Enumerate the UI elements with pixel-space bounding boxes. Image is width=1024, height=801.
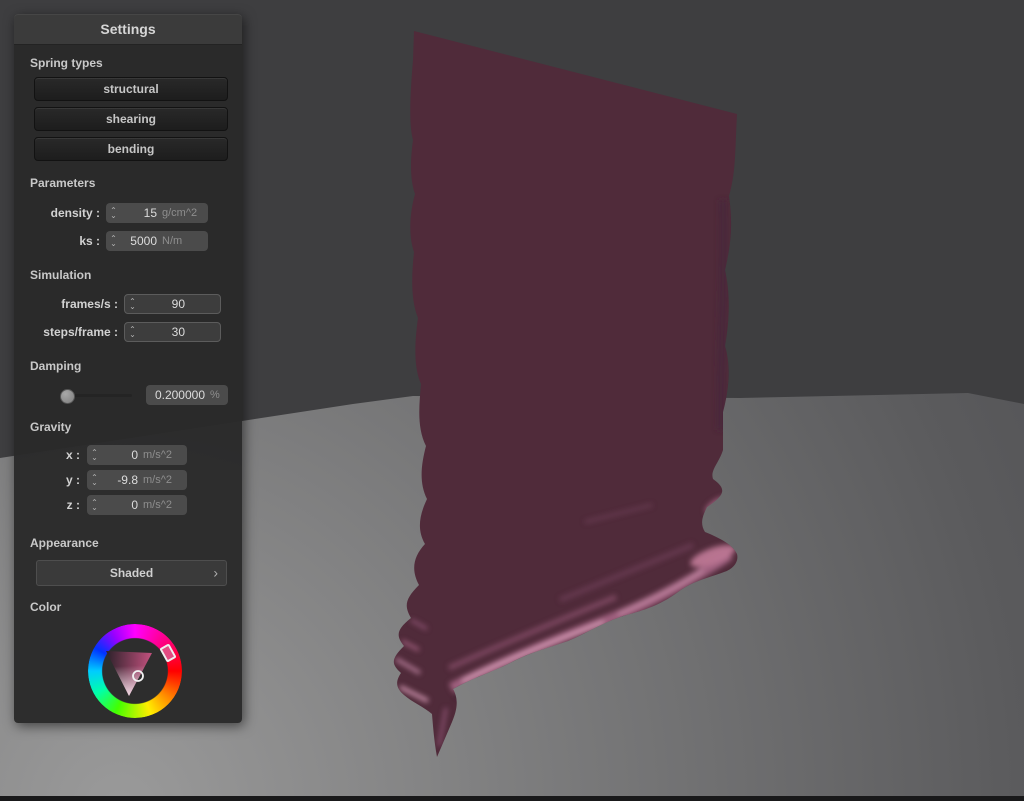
- density-input[interactable]: ⌃ ⌄ 15 g/cm^2: [106, 203, 208, 223]
- gravity-y-value: -9.8: [102, 473, 138, 487]
- spinner-down-icon[interactable]: ⌄: [110, 241, 117, 246]
- gravity-z-value: 0: [102, 498, 138, 512]
- gravity-x-stepper[interactable]: ⌃ ⌄: [87, 450, 102, 460]
- ks-input[interactable]: ⌃ ⌄ 5000 N/m: [106, 231, 208, 251]
- frames-input[interactable]: ⌃ ⌄ 90: [124, 294, 221, 314]
- damping-slider-handle[interactable]: [60, 389, 75, 404]
- gravity-x-input[interactable]: ⌃ ⌄ 0 m/s^2: [87, 445, 187, 465]
- frames-stepper[interactable]: ⌃ ⌄: [125, 299, 140, 309]
- ks-stepper[interactable]: ⌃ ⌄: [106, 236, 121, 246]
- color-heading: Color: [30, 600, 226, 614]
- parameters-heading: Parameters: [30, 176, 226, 190]
- gravity-y-stepper[interactable]: ⌃ ⌄: [87, 475, 102, 485]
- density-stepper[interactable]: ⌃ ⌄: [106, 208, 121, 218]
- damping-row: 0.200000 %: [60, 385, 242, 405]
- ks-value: 5000: [121, 234, 157, 248]
- steps-row: steps/frame : ⌃ ⌄ 30: [30, 322, 242, 342]
- gravity-z-label: z :: [30, 498, 80, 512]
- steps-input[interactable]: ⌃ ⌄ 30: [124, 322, 221, 342]
- ks-row: ks : ⌃ ⌄ 5000 N/m: [30, 231, 242, 251]
- ks-label: ks :: [30, 234, 100, 248]
- density-label: density :: [30, 206, 100, 220]
- density-row: density : ⌃ ⌄ 15 g/cm^2: [30, 203, 242, 223]
- settings-panel: Settings Spring types structural shearin…: [14, 14, 242, 723]
- gravity-z-unit: m/s^2: [138, 499, 187, 511]
- damping-slider[interactable]: [60, 394, 132, 397]
- chevron-right-icon: ›: [213, 564, 218, 580]
- damping-value: 0.200000: [146, 388, 205, 402]
- spinner-down-icon[interactable]: ⌄: [91, 455, 98, 460]
- gravity-y-unit: m/s^2: [138, 474, 187, 486]
- appearance-selected: Shaded: [110, 566, 153, 580]
- spinner-down-icon[interactable]: ⌄: [129, 332, 136, 337]
- spring-shearing-button[interactable]: shearing: [34, 107, 228, 131]
- gravity-x-value: 0: [102, 448, 138, 462]
- gravity-x-label: x :: [30, 448, 80, 462]
- gravity-x-unit: m/s^2: [138, 449, 187, 461]
- hue-selector-icon[interactable]: [161, 645, 176, 662]
- spring-structural-button[interactable]: structural: [34, 77, 228, 101]
- hsv-triangle[interactable]: [88, 624, 182, 718]
- panel-titlebar[interactable]: Settings: [14, 14, 242, 45]
- spring-types-heading: Spring types: [30, 56, 226, 70]
- spinner-down-icon[interactable]: ⌄: [91, 505, 98, 510]
- damping-unit: %: [205, 389, 222, 401]
- ks-unit: N/m: [157, 235, 208, 247]
- steps-value: 30: [140, 325, 185, 339]
- gravity-y-label: y :: [30, 473, 80, 487]
- spinner-down-icon[interactable]: ⌄: [110, 213, 117, 218]
- gravity-y-input[interactable]: ⌃ ⌄ -9.8 m/s^2: [87, 470, 187, 490]
- floor-edge: [0, 796, 1024, 801]
- gravity-z-stepper[interactable]: ⌃ ⌄: [87, 500, 102, 510]
- frames-label: frames/s :: [30, 297, 118, 311]
- gravity-heading: Gravity: [30, 420, 226, 434]
- frames-row: frames/s : ⌃ ⌄ 90: [30, 294, 242, 314]
- panel-title: Settings: [100, 21, 155, 37]
- damping-value-box[interactable]: 0.200000 %: [146, 385, 228, 405]
- color-wheel[interactable]: [88, 624, 182, 718]
- app-window: { "panel": { "title": "Settings", "sprin…: [0, 0, 1024, 801]
- appearance-heading: Appearance: [30, 536, 226, 550]
- appearance-dropdown[interactable]: Shaded ›: [36, 560, 227, 586]
- spinner-down-icon[interactable]: ⌄: [91, 480, 98, 485]
- density-value: 15: [121, 206, 157, 220]
- gravity-y-row: y : ⌃ ⌄ -9.8 m/s^2: [30, 470, 242, 490]
- gravity-z-row: z : ⌃ ⌄ 0 m/s^2: [30, 495, 242, 515]
- simulation-heading: Simulation: [30, 268, 226, 282]
- spring-bending-button[interactable]: bending: [34, 137, 228, 161]
- density-unit: g/cm^2: [157, 207, 208, 219]
- frames-value: 90: [140, 297, 185, 311]
- damping-heading: Damping: [30, 359, 226, 373]
- gravity-z-input[interactable]: ⌃ ⌄ 0 m/s^2: [87, 495, 187, 515]
- gravity-x-row: x : ⌃ ⌄ 0 m/s^2: [30, 445, 242, 465]
- steps-stepper[interactable]: ⌃ ⌄: [125, 327, 140, 337]
- steps-label: steps/frame :: [30, 325, 118, 339]
- spinner-down-icon[interactable]: ⌄: [129, 304, 136, 309]
